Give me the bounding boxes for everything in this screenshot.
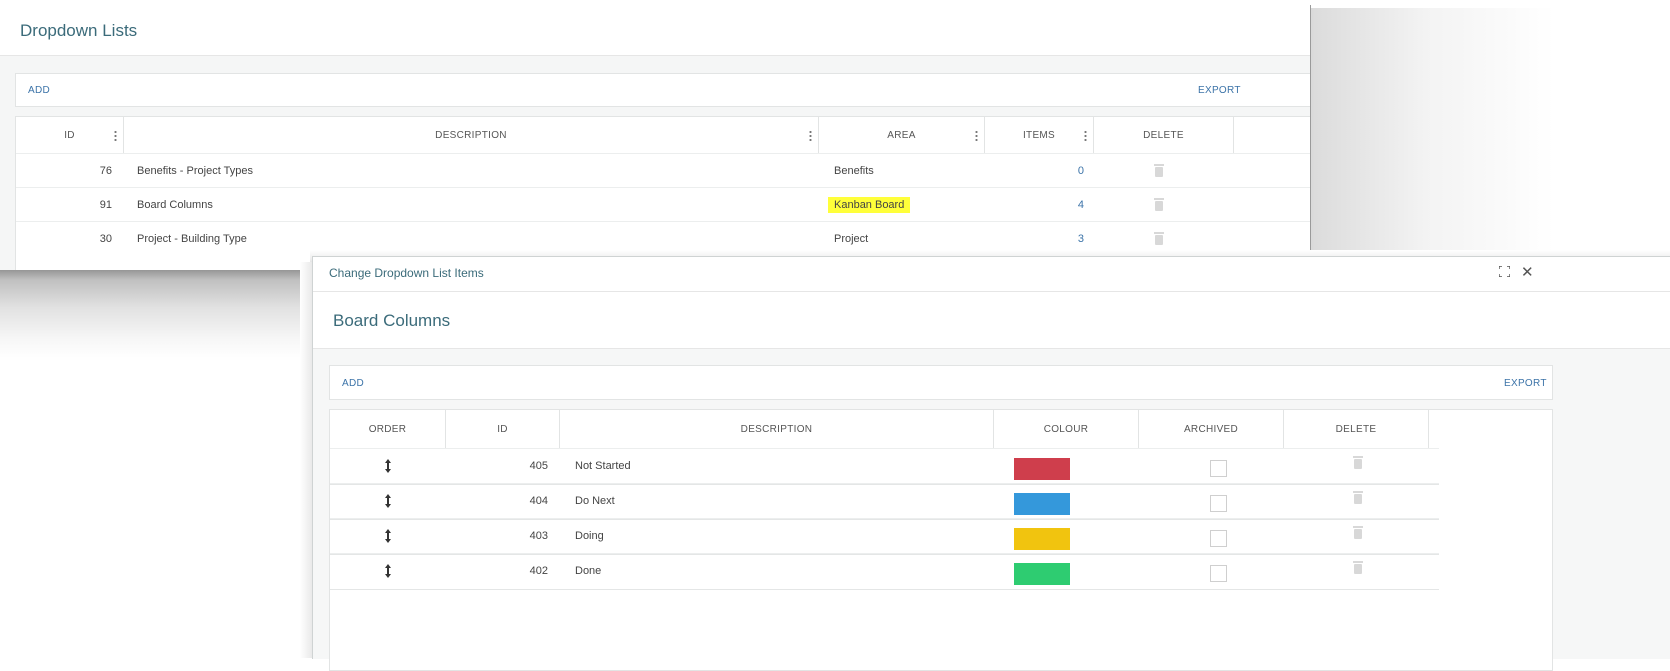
row-description: Board Columns (137, 199, 213, 211)
colour-swatch[interactable] (1014, 528, 1070, 550)
table-row[interactable]: 402 Done (330, 553, 1439, 590)
window-shadow-bottom (0, 268, 340, 358)
trash-icon[interactable] (1353, 491, 1363, 504)
colour-swatch[interactable] (1014, 493, 1070, 515)
trash-icon[interactable] (1154, 198, 1164, 211)
table-row[interactable]: 405 Not Started (330, 448, 1439, 485)
drag-handle-icon[interactable] (384, 459, 392, 473)
table-row[interactable]: 403 Doing (330, 518, 1439, 555)
row-id: 402 (529, 565, 548, 577)
row-id: 403 (529, 530, 548, 542)
row-area: Kanban Board (828, 188, 911, 222)
row-description: Do Next (575, 495, 615, 507)
archived-checkbox[interactable] (1210, 565, 1227, 582)
export-items-button[interactable]: EXPORT (1504, 378, 1547, 389)
page-header: Dropdown Lists (0, 5, 1310, 56)
column-header-delete: DELETE (1284, 410, 1429, 448)
table-row[interactable]: 91 Board Columns Kanban Board 4 (16, 187, 1310, 222)
trash-icon[interactable] (1154, 164, 1164, 177)
column-header-description[interactable]: DESCRIPTION (560, 410, 994, 448)
column-header-archived[interactable]: ARCHIVED (1139, 410, 1284, 448)
colour-swatch[interactable] (1014, 563, 1070, 585)
dialog-subtitle: Board Columns (333, 311, 451, 330)
column-header-order[interactable]: ORDER (330, 410, 446, 448)
items-table: ORDER ID DESCRIPTION COLOUR ARCHIVED DEL… (329, 409, 1553, 671)
dropdown-lists-window: Dropdown Lists ADD EXPORT ID DESCRIPTION… (0, 5, 1311, 270)
archived-checkbox[interactable] (1210, 460, 1227, 477)
add-item-button[interactable]: ADD (342, 378, 364, 389)
row-id: 30 (99, 233, 112, 245)
column-header-description[interactable]: DESCRIPTION (124, 117, 819, 153)
trash-icon[interactable] (1353, 526, 1363, 539)
column-menu-icon[interactable] (975, 130, 978, 141)
row-id: 405 (529, 460, 548, 472)
expand-icon[interactable] (1499, 266, 1510, 277)
dialog-title-bar: Change Dropdown List Items ✕ (313, 257, 1670, 292)
row-items-link[interactable]: 0 (1016, 154, 1084, 188)
drag-handle-icon[interactable] (384, 564, 392, 578)
column-header-area[interactable]: AREA (819, 117, 985, 153)
trash-icon[interactable] (1353, 456, 1363, 469)
highlighted-area: Kanban Board (828, 197, 911, 213)
close-icon[interactable]: ✕ (1521, 263, 1534, 281)
column-menu-icon[interactable] (809, 130, 812, 141)
archived-checkbox[interactable] (1210, 495, 1227, 512)
drag-handle-icon[interactable] (384, 494, 392, 508)
change-items-dialog: Change Dropdown List Items ✕ Board Colum… (312, 256, 1670, 671)
column-menu-icon[interactable] (1084, 130, 1087, 141)
row-description: Benefits - Project Types (137, 165, 253, 177)
column-menu-icon[interactable] (114, 130, 117, 141)
column-header-id[interactable]: ID (16, 117, 124, 153)
table-row[interactable]: 76 Benefits - Project Types Benefits 0 (16, 153, 1310, 188)
row-description: Not Started (575, 460, 631, 472)
column-header-id[interactable]: ID (446, 410, 560, 448)
drag-handle-icon[interactable] (384, 529, 392, 543)
column-header-items[interactable]: ITEMS (985, 117, 1094, 153)
row-area: Benefits (834, 165, 874, 177)
row-id: 91 (99, 199, 112, 211)
export-button[interactable]: EXPORT (1198, 85, 1241, 96)
dialog-title: Change Dropdown List Items (329, 266, 484, 280)
trash-icon[interactable] (1154, 232, 1164, 245)
column-header-colour[interactable]: COLOUR (994, 410, 1139, 448)
dropdown-lists-table: ID DESCRIPTION AREA ITEMS DELETE 76 Bene… (15, 116, 1310, 270)
archived-checkbox[interactable] (1210, 530, 1227, 547)
row-description: Doing (575, 530, 604, 542)
column-header-delete: DELETE (1094, 117, 1234, 153)
row-id: 76 (99, 165, 112, 177)
table-row[interactable]: 404 Do Next (330, 483, 1439, 520)
list-toolbar: ADD EXPORT (15, 73, 1310, 107)
row-id: 404 (529, 495, 548, 507)
row-description: Project - Building Type (137, 233, 247, 245)
page-title: Dropdown Lists (20, 21, 138, 40)
trash-icon[interactable] (1353, 561, 1363, 574)
add-button[interactable]: ADD (28, 85, 50, 96)
items-toolbar: ADD EXPORT (329, 365, 1553, 400)
row-items-link[interactable]: 4 (1016, 188, 1084, 222)
colour-swatch[interactable] (1014, 458, 1070, 480)
dialog-header: Board Columns (313, 292, 1670, 349)
row-description: Done (575, 565, 602, 577)
